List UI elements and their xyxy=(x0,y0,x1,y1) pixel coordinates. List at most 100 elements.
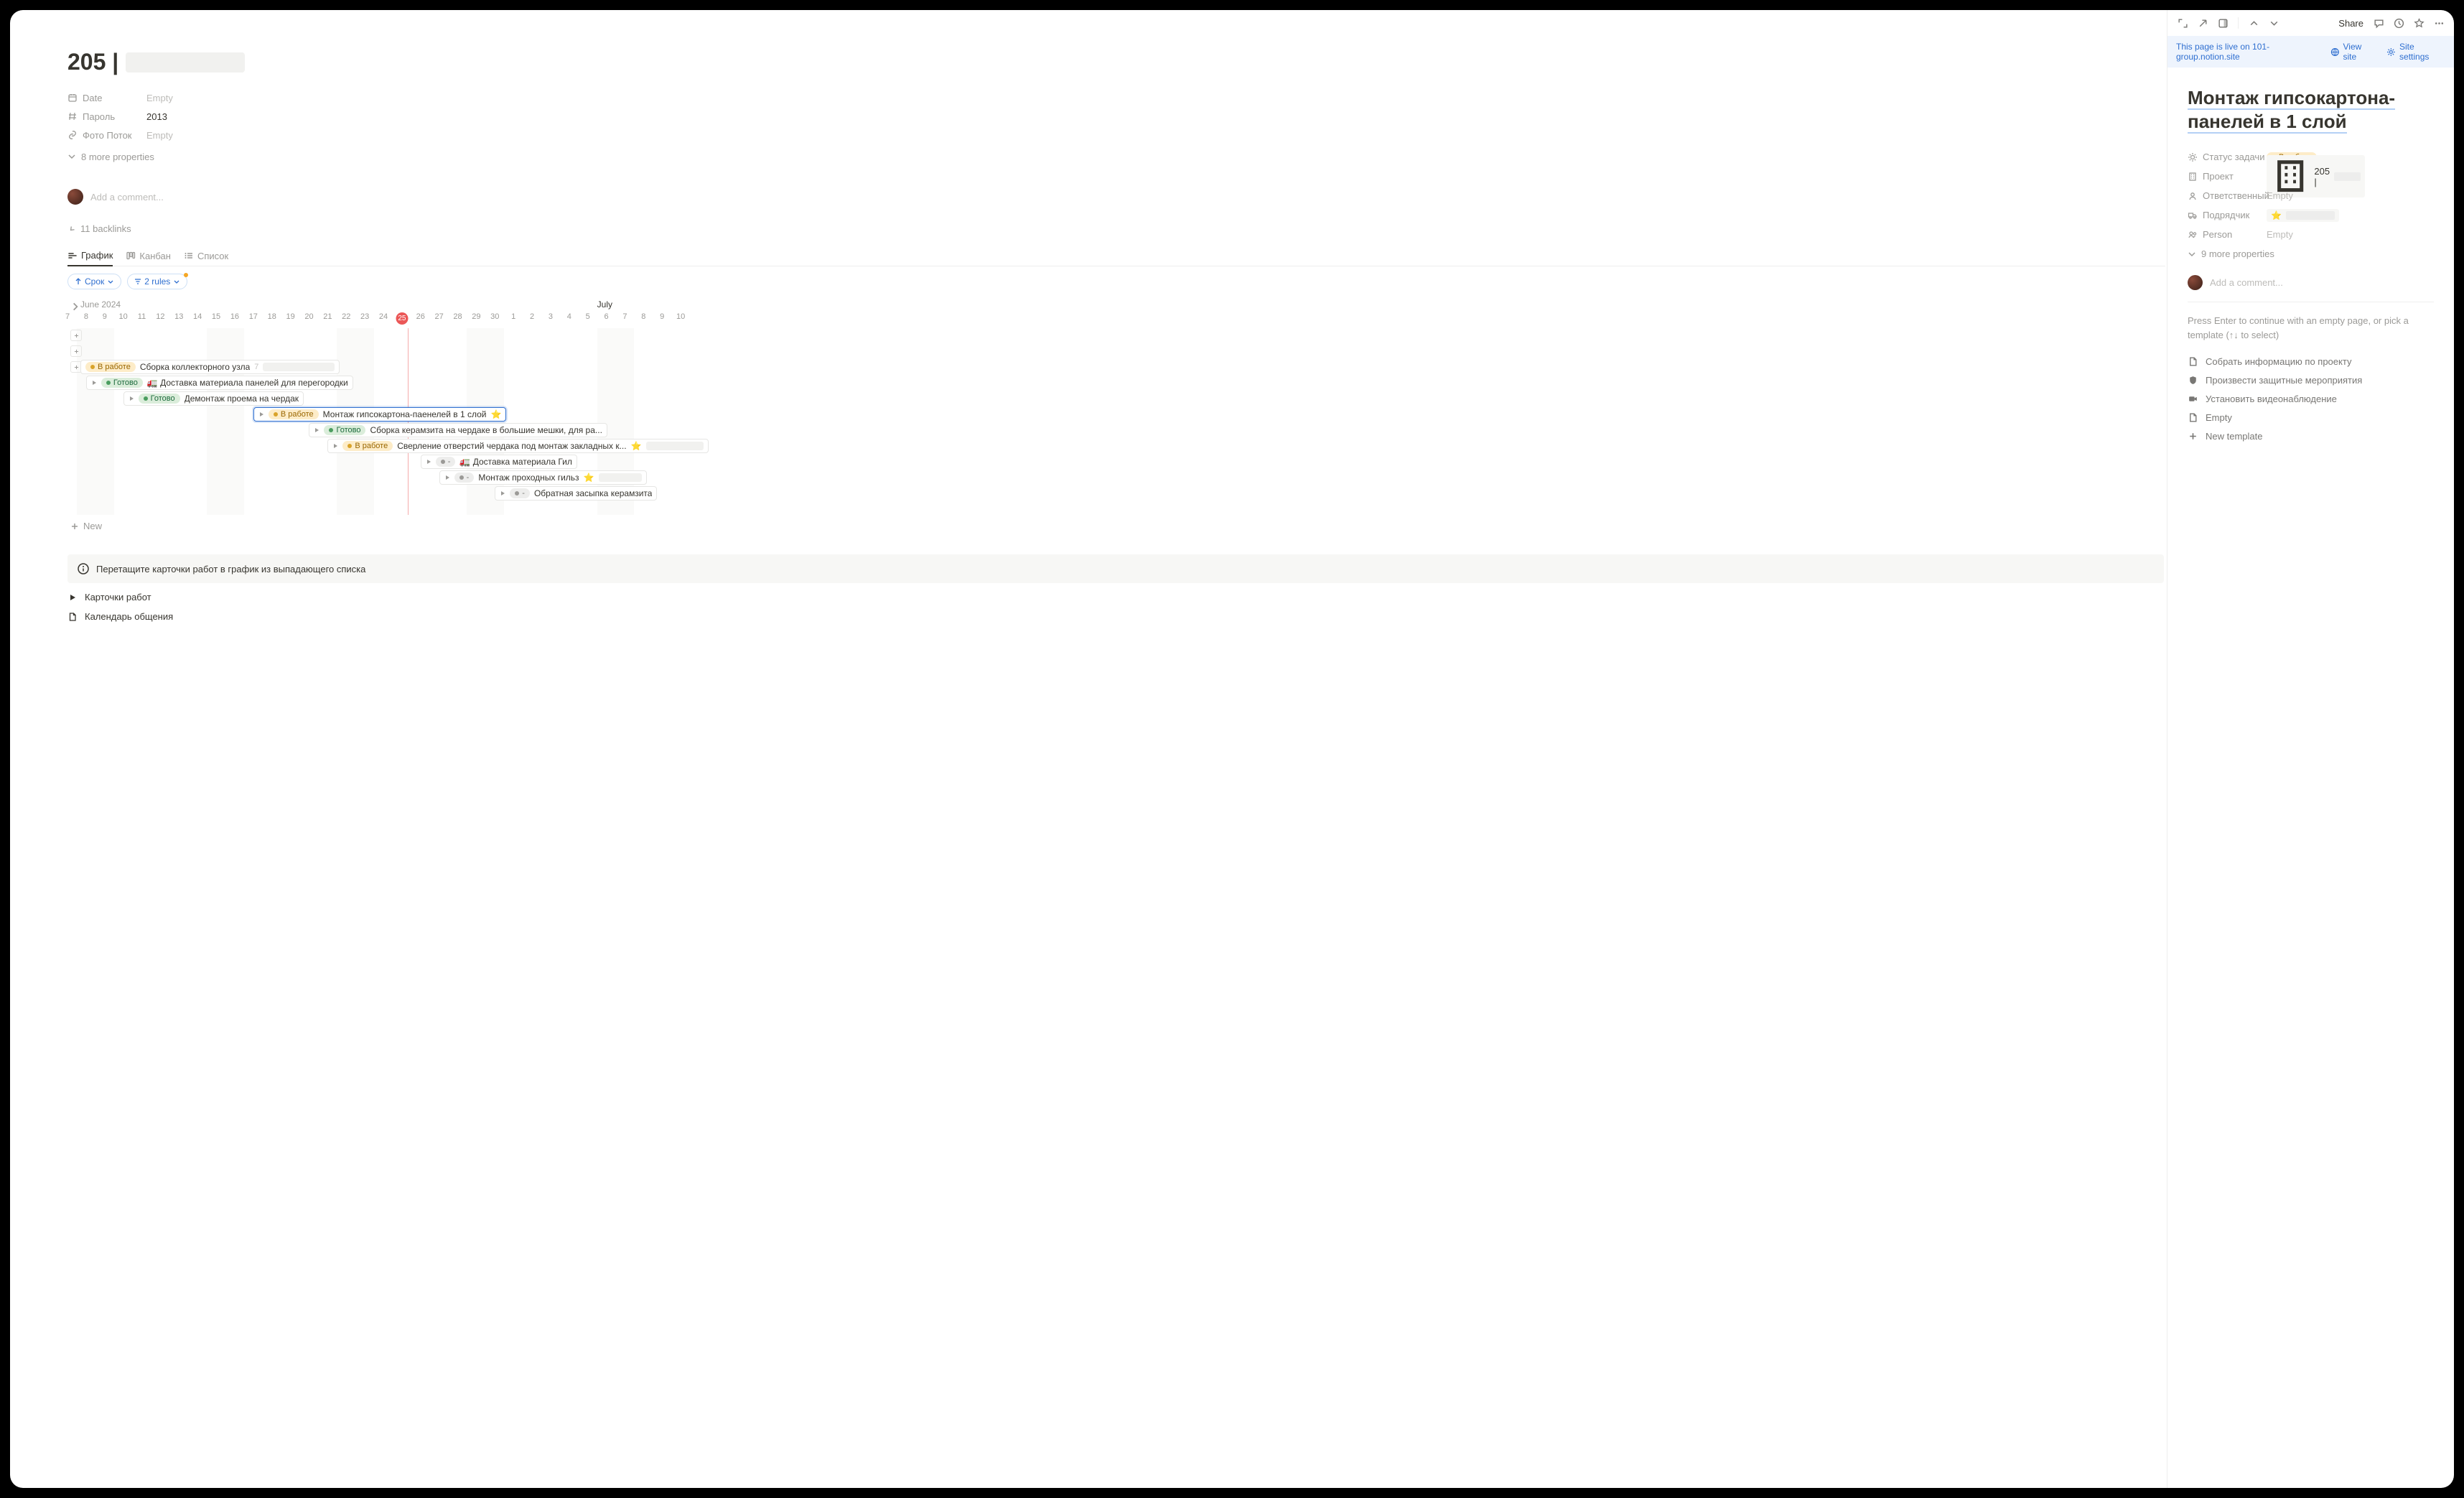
timeline-bar[interactable]: ГотовоСборка керамзита на чердаке в боль… xyxy=(309,423,607,437)
timeline-bar[interactable]: Готово🚛 Доставка материала панелей для п… xyxy=(86,376,353,390)
share-button[interactable]: Share xyxy=(2338,18,2363,29)
day-label: 11 xyxy=(138,312,146,321)
side-property-row[interactable]: Проект 205 | xyxy=(2188,167,2434,186)
timeline-row: -Монтаж проходных гильз⭐ xyxy=(67,470,2165,486)
day-label: 25 xyxy=(396,312,408,325)
page-link[interactable]: Календарь общения xyxy=(67,611,2165,622)
expand-triangle-icon[interactable] xyxy=(258,411,264,417)
backlinks-toggle[interactable]: 11 backlinks xyxy=(67,223,2165,234)
property-label: Date xyxy=(83,93,102,103)
day-label: 8 xyxy=(84,312,88,321)
template-label: Empty xyxy=(2206,412,2232,423)
more-icon[interactable] xyxy=(2431,15,2447,31)
timeline-row: В работеСверление отверстий чердака под … xyxy=(67,439,2165,455)
template-item[interactable]: Установить видеонаблюдение xyxy=(2188,389,2434,408)
property-label: Подрядчик xyxy=(2203,210,2249,220)
timeline-bar[interactable]: ГотовоДемонтаж проема на чердак xyxy=(123,391,304,406)
expand-triangle-icon[interactable] xyxy=(332,443,338,449)
view-site-label: View site xyxy=(2343,42,2377,62)
expand-triangle-icon[interactable] xyxy=(500,490,505,496)
tab-Список[interactable]: Список xyxy=(184,246,228,266)
row-add-handle[interactable] xyxy=(70,345,82,357)
template-item[interactable]: Empty xyxy=(2188,408,2434,427)
timeline-bar[interactable]: -Обратная засыпка керамзита xyxy=(495,486,657,501)
backlinks-icon xyxy=(67,225,76,233)
view-site-button[interactable]: View site xyxy=(2330,42,2377,62)
day-label: 20 xyxy=(304,312,313,321)
site-settings-button[interactable]: Site settings xyxy=(2386,42,2445,62)
view-tabs: График Канбан Список xyxy=(67,246,2165,266)
more-properties-toggle[interactable]: 8 more properties xyxy=(67,147,2165,166)
side-comment-input[interactable] xyxy=(2210,277,2434,288)
template-item[interactable]: Произвести защитные мероприятия xyxy=(2188,371,2434,389)
timeline-bar[interactable]: В работеСборка коллекторного узла7 xyxy=(80,360,340,374)
task-title: Монтаж гипсокартона-паенелей в 1 слой xyxy=(323,409,487,419)
collapse-chevron-icon[interactable] xyxy=(70,302,80,312)
expand-triangle-icon[interactable] xyxy=(129,396,134,401)
status-chip: В работе xyxy=(342,441,393,451)
tab-Канбан[interactable]: Канбан xyxy=(126,246,171,266)
expand-triangle-icon[interactable] xyxy=(314,427,319,433)
property-row[interactable]: Пароль 2013 xyxy=(67,107,2165,126)
timeline: June 2024 July 7891011121314151617181920… xyxy=(67,299,2165,531)
sort-label: Срок xyxy=(85,276,104,287)
shield-icon xyxy=(2188,375,2198,386)
timeline-bar[interactable]: -Монтаж проходных гильз⭐ xyxy=(439,470,647,485)
open-as-page-icon[interactable] xyxy=(2195,15,2211,31)
expand-triangle-icon[interactable] xyxy=(444,475,450,480)
updates-icon[interactable] xyxy=(2391,15,2407,31)
divider xyxy=(2238,17,2239,29)
hash-icon xyxy=(67,111,78,121)
comment-row[interactable]: Add a comment... xyxy=(67,183,2165,210)
sort-pill[interactable]: Срок xyxy=(67,274,121,289)
property-label: Фото Поток xyxy=(83,130,132,141)
row-add-handle[interactable] xyxy=(70,330,82,341)
page-link-label: Календарь общения xyxy=(85,611,173,622)
prev-page-icon[interactable] xyxy=(2246,15,2262,31)
rules-pill[interactable]: 2 rules xyxy=(127,274,187,289)
contractor-chip[interactable]: ⭐ xyxy=(2267,209,2339,222)
day-label: 8 xyxy=(641,312,645,321)
star-icon: ⭐ xyxy=(491,409,502,419)
expand-icon[interactable] xyxy=(2175,15,2190,31)
day-label: 15 xyxy=(212,312,220,321)
favorite-icon[interactable] xyxy=(2411,15,2427,31)
timeline-body[interactable]: В работеСборка коллекторного узла7 Готово… xyxy=(67,328,2165,515)
template-item[interactable]: New template xyxy=(2188,427,2434,445)
timeline-row: -🚛 Доставка материала Гил xyxy=(67,455,2165,470)
subtask-count: 7 xyxy=(254,363,258,371)
expand-triangle-icon[interactable] xyxy=(91,380,97,386)
timeline-bar[interactable]: -🚛 Доставка материала Гил xyxy=(421,455,577,469)
task-title: Монтаж проходных гильз xyxy=(478,473,579,483)
template-list: Собрать информацию по проектуПроизвести … xyxy=(2188,352,2434,445)
side-property-row[interactable]: Person Empty xyxy=(2188,225,2434,244)
property-label: Статус задачи xyxy=(2203,152,2264,162)
comments-icon[interactable] xyxy=(2371,15,2386,31)
side-comment-row[interactable] xyxy=(2188,275,2434,302)
link-icon xyxy=(67,130,78,140)
banner-link[interactable]: This page is live on 101-group.notion.si… xyxy=(2176,42,2330,62)
day-label: 19 xyxy=(286,312,294,321)
peek-mode-icon[interactable] xyxy=(2215,15,2231,31)
task-title: Демонтаж проема на чердак xyxy=(185,394,299,404)
day-label: 27 xyxy=(435,312,444,321)
property-row[interactable]: Date Empty xyxy=(67,88,2165,107)
side-page-title[interactable]: Монтаж гипсокартона-панелей в 1 слой xyxy=(2188,87,2395,134)
expand-triangle-icon[interactable] xyxy=(426,459,431,465)
template-item[interactable]: Собрать информацию по проекту xyxy=(2188,352,2434,371)
side-more-properties[interactable]: 9 more properties xyxy=(2188,248,2434,259)
property-row[interactable]: Фото Поток Empty xyxy=(67,126,2165,144)
timeline-bar[interactable]: В работеСверление отверстий чердака под … xyxy=(327,439,708,453)
day-label: 10 xyxy=(119,312,128,321)
side-property-row[interactable]: Подрядчик ⭐ xyxy=(2188,205,2434,225)
next-page-icon[interactable] xyxy=(2266,15,2282,31)
tab-График[interactable]: График xyxy=(67,246,113,266)
new-row-button[interactable]: New xyxy=(67,521,2165,531)
timeline-bar[interactable]: В работеМонтаж гипсокартона-паенелей в 1… xyxy=(253,407,507,422)
page-link[interactable]: Карточки работ xyxy=(67,592,2165,603)
property-label: Person xyxy=(2203,229,2232,240)
day-label: 18 xyxy=(268,312,276,321)
building-icon xyxy=(2188,172,2198,182)
timeline-row: ГотовоСборка керамзита на чердаке в боль… xyxy=(67,423,2165,439)
status-chip: - xyxy=(436,457,456,467)
